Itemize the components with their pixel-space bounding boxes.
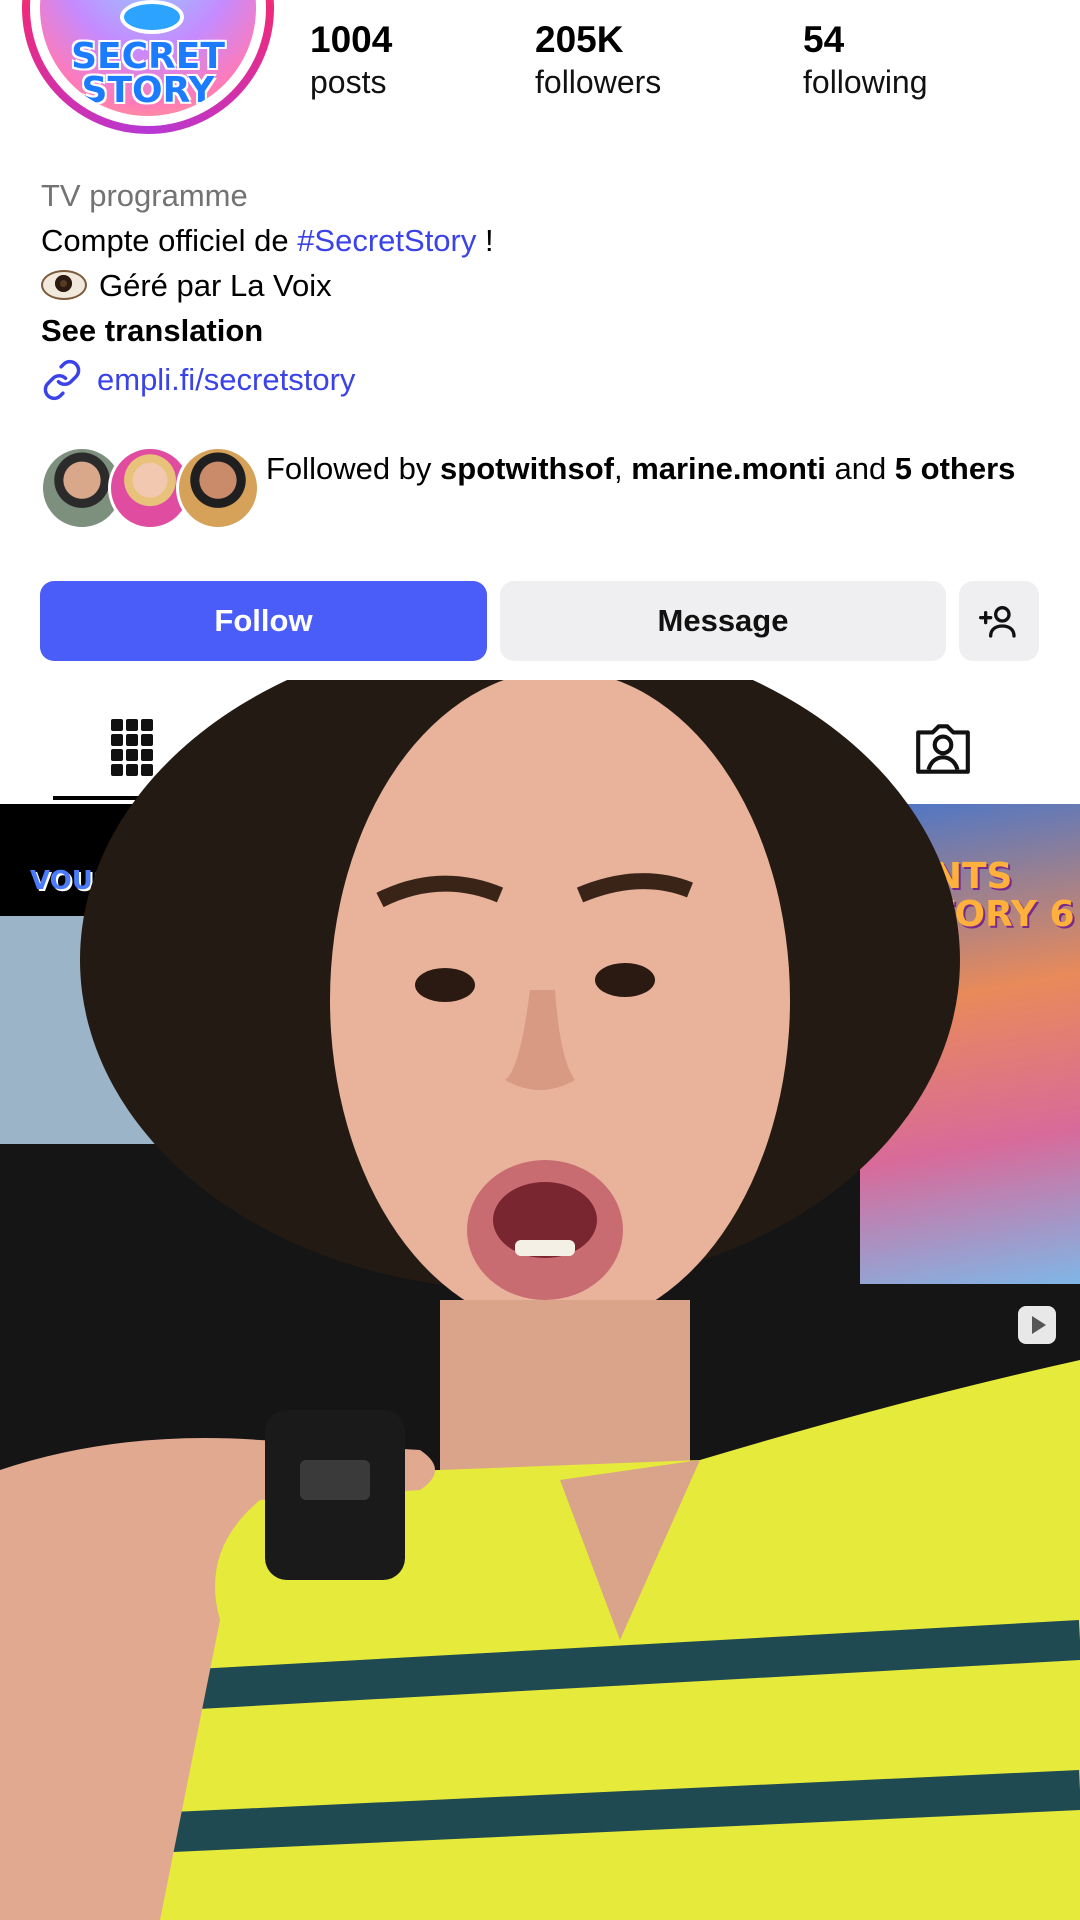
follower-avatar xyxy=(176,446,260,530)
play-icon[interactable] xyxy=(1018,1306,1056,1344)
bio-line-1: Compte officiel de #SecretStory ! xyxy=(41,218,1041,263)
link-icon xyxy=(43,359,81,401)
following-count: 54 xyxy=(803,19,845,60)
stat-following[interactable]: 54 following xyxy=(803,18,928,102)
stat-followers[interactable]: 205K followers xyxy=(535,18,661,102)
followed-by-text: Followed by spotwithsof, marine.monti an… xyxy=(266,446,1066,491)
see-translation-link[interactable]: See translation xyxy=(41,308,1041,354)
followed-by-separator: , xyxy=(613,451,632,486)
message-button[interactable]: Message xyxy=(500,581,946,661)
follow-button[interactable]: Follow xyxy=(40,581,487,661)
add-user-button[interactable] xyxy=(959,581,1039,661)
bio-prefix: Compte officiel de xyxy=(41,223,298,258)
followers-count: 205K xyxy=(535,19,624,60)
followed-by-user: marine.monti xyxy=(631,451,826,486)
followed-by-others: 5 others xyxy=(894,451,1016,486)
profile-avatar[interactable]: SECRET STORY xyxy=(22,0,274,134)
followed-by-prefix: Followed by xyxy=(266,451,441,486)
eye-logo-icon xyxy=(120,0,184,34)
followed-by-and: and xyxy=(825,451,895,486)
profile-bio: TV programme Compte officiel de #SecretS… xyxy=(41,174,1041,402)
profile-link[interactable]: empli.fi/secretstory xyxy=(41,358,1041,402)
posts-count: 1004 xyxy=(310,19,393,60)
add-user-icon xyxy=(979,606,1016,638)
followers-label: followers xyxy=(535,64,662,100)
bio-hashtag-link[interactable]: #SecretStory xyxy=(297,223,476,258)
logo-text: SECRET STORY xyxy=(71,36,225,111)
secret-story-logo: SECRET STORY xyxy=(40,0,256,116)
profile-category: TV programme xyxy=(41,178,248,213)
eye-emoji-icon xyxy=(41,270,87,300)
video-overlay[interactable] xyxy=(0,680,1080,1920)
bio-line-2: Géré par La Voix xyxy=(41,263,1041,308)
stat-posts[interactable]: 1004 posts xyxy=(310,18,392,102)
following-label: following xyxy=(803,64,928,100)
bio-suffix: ! xyxy=(476,223,494,258)
posts-label: posts xyxy=(310,64,387,100)
followed-by-user: spotwithsof xyxy=(440,451,614,486)
profile-link-text: empli.fi/secretstory xyxy=(97,362,356,397)
bio-managed-by: Géré par La Voix xyxy=(99,268,332,303)
